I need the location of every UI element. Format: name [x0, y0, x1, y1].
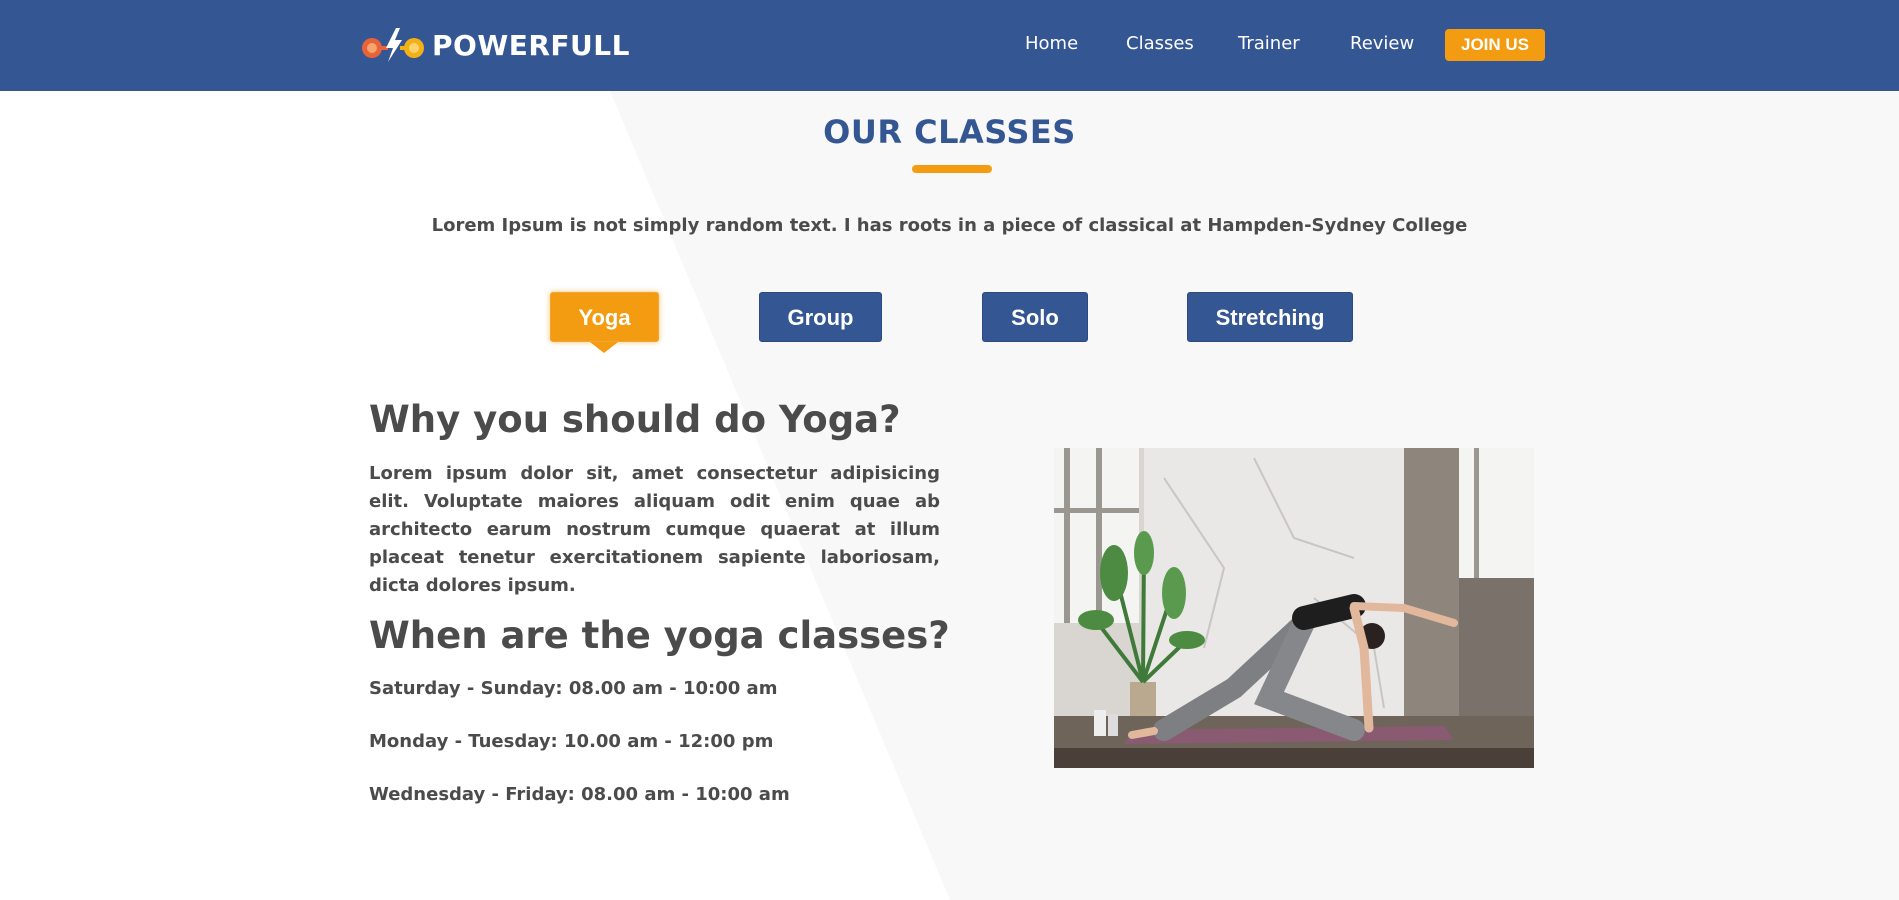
nav-review[interactable]: Review [1350, 33, 1414, 54]
yoga-pose-photo [1054, 448, 1534, 768]
classes-section: OUR CLASSES Lorem Ipsum is not simply ra… [0, 91, 1899, 900]
nav-trainer[interactable]: Trainer [1238, 33, 1300, 54]
nav-classes[interactable]: Classes [1126, 33, 1194, 54]
section-intro: Lorem Ipsum is not simply random text. I… [431, 215, 1468, 236]
tab-group[interactable]: Group [759, 292, 882, 342]
tab-stretching[interactable]: Stretching [1187, 292, 1353, 342]
tab-yoga[interactable]: Yoga [550, 292, 659, 342]
schedule-item: Monday - Tuesday: 10.00 am - 12:00 pm [369, 731, 774, 752]
detail-description: Lorem ipsum dolor sit, amet consectetur … [369, 463, 940, 596]
brand-name: POWERFULL [432, 28, 630, 62]
site-header: POWERFULL Home Classes Trainer Review JO… [0, 0, 1899, 91]
brand-logo[interactable]: POWERFULL [360, 22, 630, 68]
dumbbell-bolt-icon [360, 26, 426, 64]
schedule-item: Wednesday - Friday: 08.00 am - 10:00 am [369, 784, 790, 805]
active-tab-pointer [590, 342, 618, 353]
tab-solo[interactable]: Solo [982, 292, 1088, 342]
nav-home[interactable]: Home [1025, 33, 1078, 54]
detail-heading: Why you should do Yoga? [369, 398, 901, 441]
schedule-heading: When are the yoga classes? [369, 614, 950, 657]
schedule-item: Saturday - Sunday: 08.00 am - 10:00 am [369, 678, 778, 699]
join-us-button[interactable]: JOIN US [1445, 29, 1545, 61]
title-underline [912, 165, 992, 173]
section-title: OUR CLASSES [823, 113, 1076, 151]
